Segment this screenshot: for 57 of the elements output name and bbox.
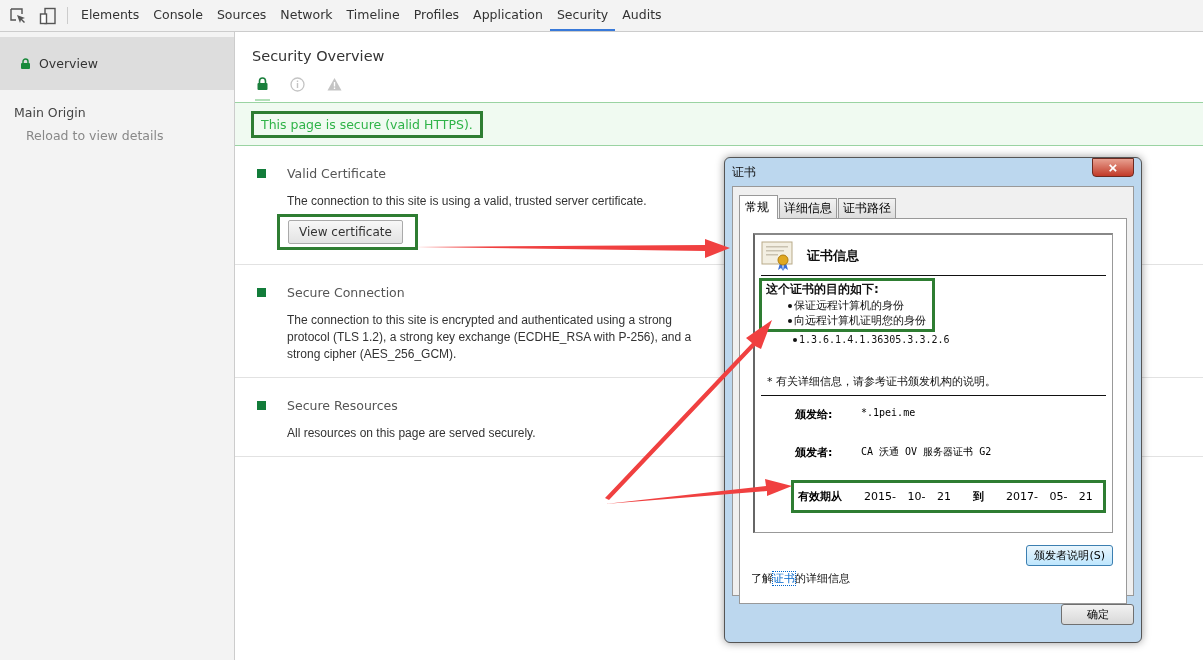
section-title: Valid Certificate [287, 166, 388, 181]
info-icon [290, 77, 305, 92]
certificate-icon [761, 241, 795, 271]
section-description: All resources on this page are served securely. [287, 425, 536, 442]
bullet-icon [788, 303, 792, 308]
issuer-statement-button[interactable]: 颁发者说明(S) [1026, 545, 1113, 566]
validity-label: 有效期从 [798, 489, 842, 504]
purpose-item: 向远程计算机证明您的身份 [794, 313, 926, 328]
section-description: The connection to this site is encrypted and authenticated using a strong protocol (TLS 1.2), a strong key exchange (ECDHE_RSA with P-256), and a strong cipher (AES_256_GCM). [287, 312, 692, 363]
ok-button[interactable]: 确定 [1061, 604, 1134, 625]
field-value: *.1pei.me [861, 407, 916, 420]
sidebar-heading: Main Origin [13, 104, 87, 120]
panel-tab[interactable]: Application [466, 0, 550, 31]
purpose-item: 1.3.6.1.4.1.36305.3.3.2.6 [799, 333, 950, 347]
section-description: The connection to this site is using a valid, trusted server certificate. [287, 193, 647, 210]
panel-tab[interactable]: Security [549, 0, 616, 31]
purpose-heading: 这个证书的目的如下: [766, 281, 880, 298]
field-value: CA 沃通 OV 服务器证书 G2 [861, 445, 992, 459]
panel-tab[interactable]: Profiles [406, 0, 467, 31]
close-button[interactable]: × [1092, 158, 1134, 177]
field-label: 颁发给: [795, 407, 834, 422]
view-certificate-button[interactable]: View certificate [288, 220, 403, 244]
panel-tab[interactable]: Sources [209, 0, 274, 31]
status-square [257, 401, 266, 410]
validity-date: 2015- 10- 21 [864, 490, 951, 503]
validity-date: 2017- 05- 21 [1005, 490, 1093, 503]
dialog-title: 证书 [732, 164, 756, 181]
certificate-link[interactable]: 证书 [773, 572, 795, 585]
section-title: Secure Connection [287, 285, 406, 300]
panel-tab[interactable]: Timeline [339, 0, 407, 31]
secure-message: This page is secure (valid HTTPS). [251, 110, 483, 138]
validity-label: 到 [972, 489, 984, 504]
certificate-info-heading: 证书信息 [807, 247, 859, 265]
bullet-icon [788, 318, 792, 323]
device-icon [39, 6, 57, 25]
sidebar-hint: Reload to view details [25, 127, 165, 143]
dialog-tab[interactable]: 详细信息 [779, 198, 837, 218]
lock-icon [21, 58, 30, 69]
status-square [257, 288, 266, 297]
panel-tab[interactable]: Console [146, 0, 210, 31]
purpose-item: 保证远程计算机的身份 [794, 298, 904, 313]
dialog-tab[interactable]: 常规 [739, 195, 778, 219]
panel-tab[interactable]: Network [273, 0, 340, 31]
panel-title: Security Overview [251, 47, 386, 64]
learn-more-text: 了解证书的详细信息 [751, 571, 851, 586]
info-note: * 有关详细信息，请参考证书颁发机构的说明。 [767, 374, 997, 389]
inspect-cursor-icon [9, 6, 27, 25]
lock-icon [257, 77, 268, 90]
section-title: Secure Resources [287, 398, 399, 413]
bullet-icon [793, 337, 797, 342]
field-label: 颁发者: [795, 445, 834, 460]
status-square [257, 169, 266, 178]
warning-icon [327, 77, 342, 91]
panel-tab[interactable]: Audits [615, 0, 669, 31]
panel-tab[interactable]: Elements [74, 0, 147, 31]
sidebar-item[interactable]: Overview [0, 37, 234, 90]
dialog-tab[interactable]: 证书路径 [838, 198, 896, 218]
